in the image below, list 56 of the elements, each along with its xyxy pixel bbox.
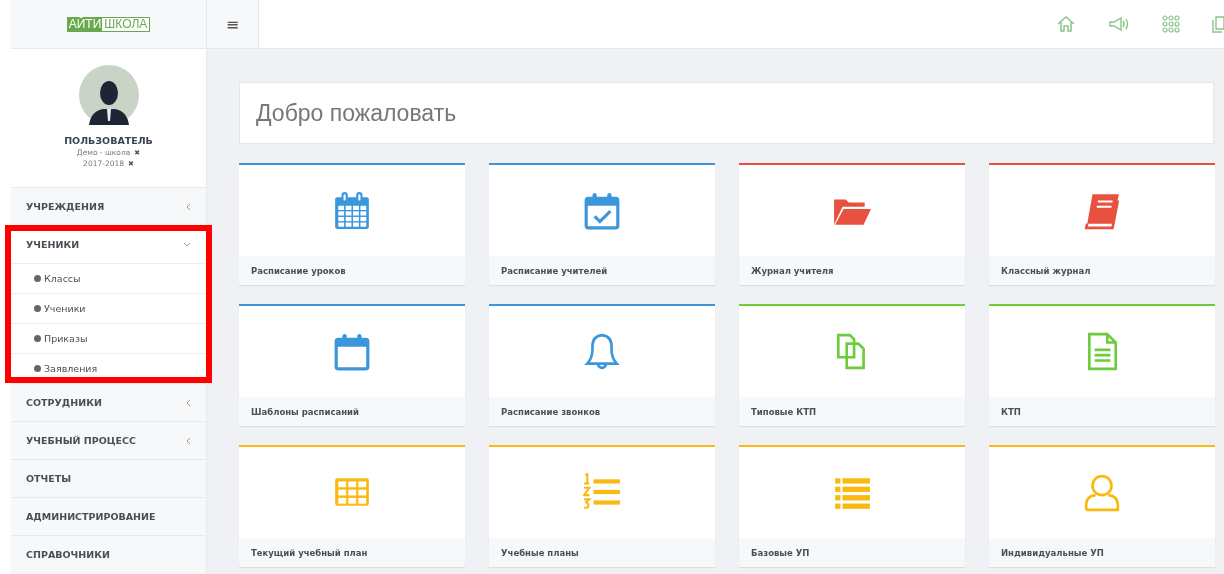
tile-card[interactable]: Типовые КТП (739, 304, 965, 426)
bullet-icon (34, 275, 41, 282)
tile-card[interactable]: Классный журнал (989, 163, 1215, 285)
megaphone-icon[interactable] (1108, 14, 1130, 34)
sidebar-item[interactable]: УЧЕБНЫЙ ПРОЦЕСС (11, 421, 206, 459)
sidebar-item[interactable]: СПРАВОЧНИКИ (11, 535, 206, 573)
tile-label: КТП (989, 397, 1215, 426)
sidebar-item[interactable]: ОТЧЕТЫ (11, 459, 206, 497)
numbered-list-icon (583, 473, 621, 512)
tile-card[interactable]: Базовые УП (739, 445, 965, 567)
submenu-item[interactable]: Классы (11, 263, 206, 293)
tile-card[interactable]: Расписание звонков (489, 304, 715, 426)
tile-label: Типовые КТП (739, 397, 965, 426)
tile-label: Расписание уроков (239, 256, 465, 285)
home-icon[interactable] (1056, 14, 1076, 34)
tile-label: Текущий учебный план (239, 538, 465, 567)
submenu-item[interactable]: Ученики (11, 293, 206, 323)
menu-button[interactable]: ≡ (207, 0, 259, 48)
book-icon (1083, 191, 1121, 230)
tile-label: Журнал учителя (739, 256, 965, 285)
tile-card[interactable]: КТП (989, 304, 1215, 426)
tile-card[interactable]: Расписание учителей (489, 163, 715, 285)
apps-icon[interactable] (1162, 15, 1180, 33)
bullet-icon (34, 305, 41, 312)
avatar (78, 65, 139, 125)
chevron-icon (185, 398, 191, 407)
document-icon[interactable] (1212, 14, 1224, 34)
chevron-icon (183, 241, 191, 248)
sidebar-item[interactable]: СОТРУДНИКИ (11, 383, 206, 421)
bullet-icon (34, 365, 41, 372)
tile-label: Классный журнал (989, 256, 1215, 285)
tile-card[interactable]: Шаблоны расписаний (239, 304, 465, 426)
tile-card[interactable]: Расписание уроков (239, 163, 465, 285)
sidebar-item[interactable]: УЧРЕЖДЕНИЯ (11, 187, 206, 225)
calendar-icon (333, 332, 371, 371)
tile-label: Учебные планы (489, 538, 715, 567)
tile-label: Базовые УП (739, 538, 965, 567)
user-icon (1083, 473, 1121, 512)
tile-label: Расписание звонков (489, 397, 715, 426)
tile-label: Шаблоны расписаний (239, 397, 465, 426)
calendar-check-icon (583, 191, 621, 230)
submenu-item[interactable]: Приказы (11, 323, 206, 353)
chevron-icon (185, 436, 191, 445)
tile-card[interactable]: Индивидуальные УП (989, 445, 1215, 567)
sidebar-item[interactable]: АДМИНИСТРИРОВАНИЕ (11, 497, 206, 535)
bullet-icon (34, 335, 41, 342)
bell-icon (583, 332, 621, 371)
chevron-icon (185, 202, 191, 211)
tile-card[interactable]: Учебные планы (489, 445, 715, 567)
welcome-heading: Добро пожаловать (239, 82, 1214, 144)
calendar-icon (333, 191, 371, 230)
tile-card[interactable]: Текущий учебный план (239, 445, 465, 567)
tile-card[interactable]: Журнал учителя (739, 163, 965, 285)
tile-label: Расписание учителей (489, 256, 715, 285)
user-name: ПОЛЬЗОВАТЕЛЬ (64, 135, 153, 146)
tile-label: Индивидуальные УП (989, 538, 1215, 567)
